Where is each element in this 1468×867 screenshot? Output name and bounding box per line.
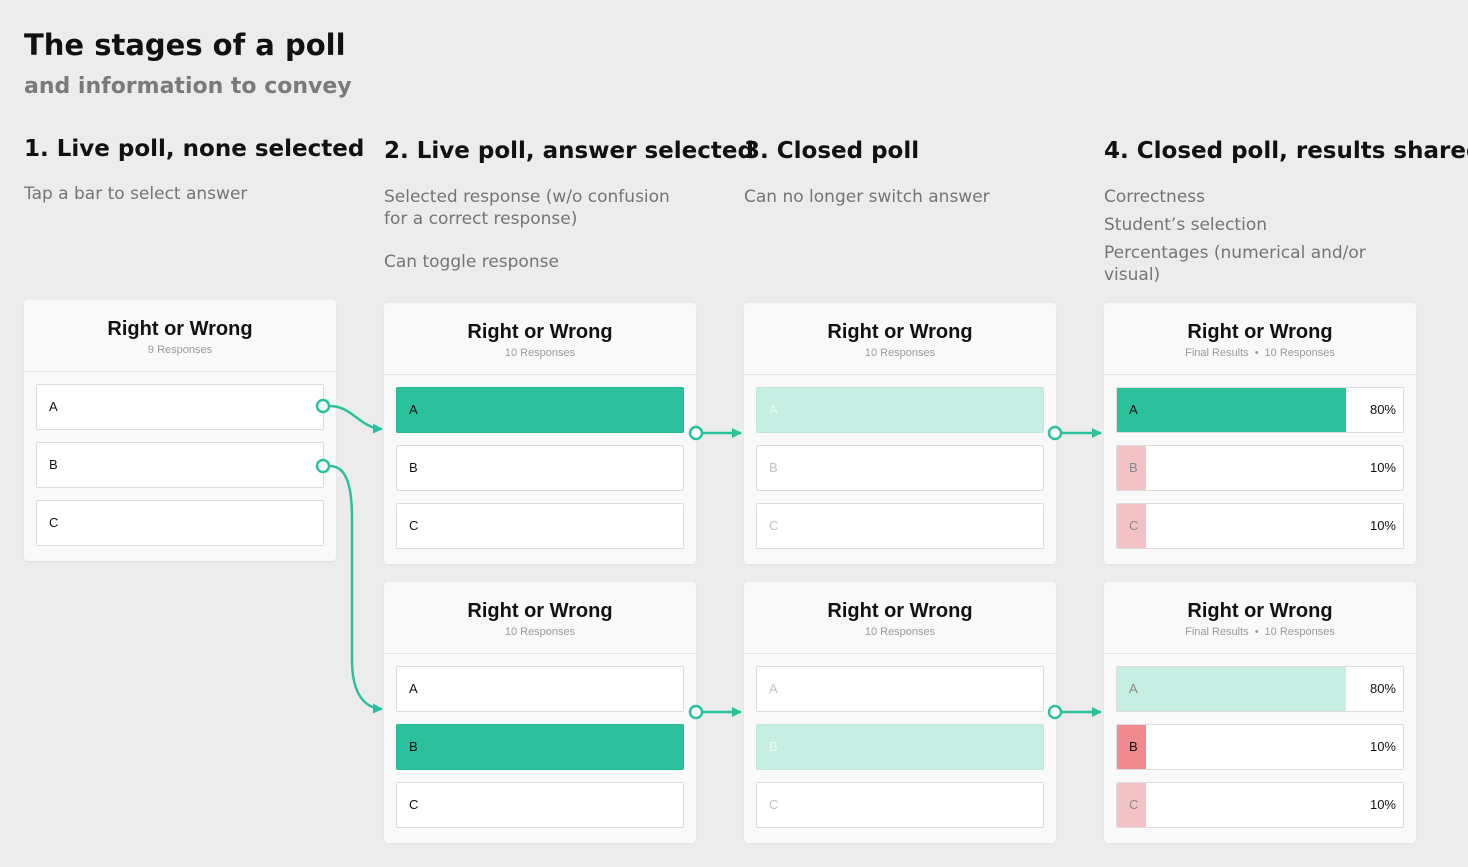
arrow-a-to-stage2 xyxy=(329,404,383,434)
connector-start-dot xyxy=(1047,425,1063,441)
connector-start-dot xyxy=(688,704,704,720)
connector-start-dot xyxy=(315,458,331,474)
connector-start-dot xyxy=(315,398,331,414)
connector-start-dot xyxy=(1047,704,1063,720)
flow-connectors xyxy=(315,398,1102,720)
connector-start-dot xyxy=(688,425,704,441)
arrow-b-to-stage2-bottom xyxy=(329,464,383,714)
